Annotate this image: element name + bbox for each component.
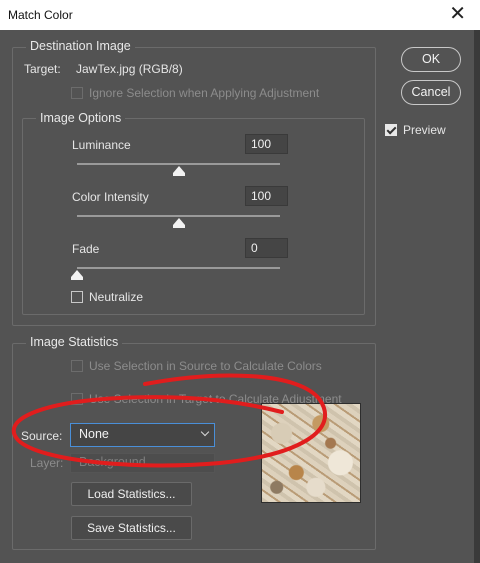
luminance-label: Luminance: [72, 138, 131, 152]
source-dropdown-value: None: [79, 427, 109, 441]
color-intensity-label: Color Intensity: [72, 190, 149, 204]
preview-label: Preview: [403, 123, 446, 137]
save-statistics-button[interactable]: Save Statistics...: [71, 516, 192, 540]
image-statistics-legend: Image Statistics: [26, 335, 123, 349]
fade-slider-thumb[interactable]: [71, 270, 83, 280]
color-intensity-slider-track[interactable]: [77, 215, 280, 217]
image-options-legend: Image Options: [36, 111, 126, 125]
destination-image-legend: Destination Image: [26, 39, 135, 53]
cancel-button[interactable]: Cancel: [401, 80, 461, 105]
fade-label: Fade: [72, 242, 100, 256]
target-value: JawTex.jpg (RGB/8): [76, 62, 183, 76]
neutralize-checkbox[interactable]: [71, 291, 83, 303]
close-icon[interactable]: ✕: [449, 4, 466, 24]
use-selection-source-label: Use Selection in Source to Calculate Col…: [89, 359, 322, 373]
luminance-slider-thumb[interactable]: [172, 166, 185, 176]
target-label: Target:: [24, 62, 61, 76]
ignore-selection-label: Ignore Selection when Applying Adjustmen…: [89, 86, 320, 100]
neutralize-label: Neutralize: [89, 290, 144, 304]
luminance-slider-track[interactable]: [77, 163, 280, 165]
ignore-selection-checkbox[interactable]: [71, 87, 83, 99]
load-statistics-button[interactable]: Load Statistics...: [71, 482, 192, 506]
layer-dropdown-value: Background: [79, 455, 146, 469]
use-selection-target-checkbox[interactable]: [71, 393, 83, 405]
ok-button[interactable]: OK: [401, 47, 461, 72]
window-title: Match Color: [8, 8, 73, 22]
preview-checkbox[interactable]: [385, 124, 397, 136]
window-edge: [474, 30, 480, 563]
fade-input[interactable]: 0: [245, 238, 288, 258]
source-thumbnail: [261, 403, 361, 503]
title-bar: Match Color ✕: [0, 0, 480, 30]
layer-dropdown[interactable]: Background: [70, 453, 215, 473]
color-intensity-slider-thumb[interactable]: [172, 218, 185, 228]
color-intensity-input[interactable]: 100: [245, 186, 288, 206]
source-label: Source:: [21, 429, 63, 443]
source-dropdown[interactable]: None: [70, 423, 215, 447]
layer-label: Layer:: [30, 456, 64, 470]
chevron-down-icon: [200, 427, 210, 437]
fade-slider-track[interactable]: [77, 267, 280, 269]
use-selection-source-checkbox[interactable]: [71, 360, 83, 372]
luminance-input[interactable]: 100: [245, 134, 288, 154]
